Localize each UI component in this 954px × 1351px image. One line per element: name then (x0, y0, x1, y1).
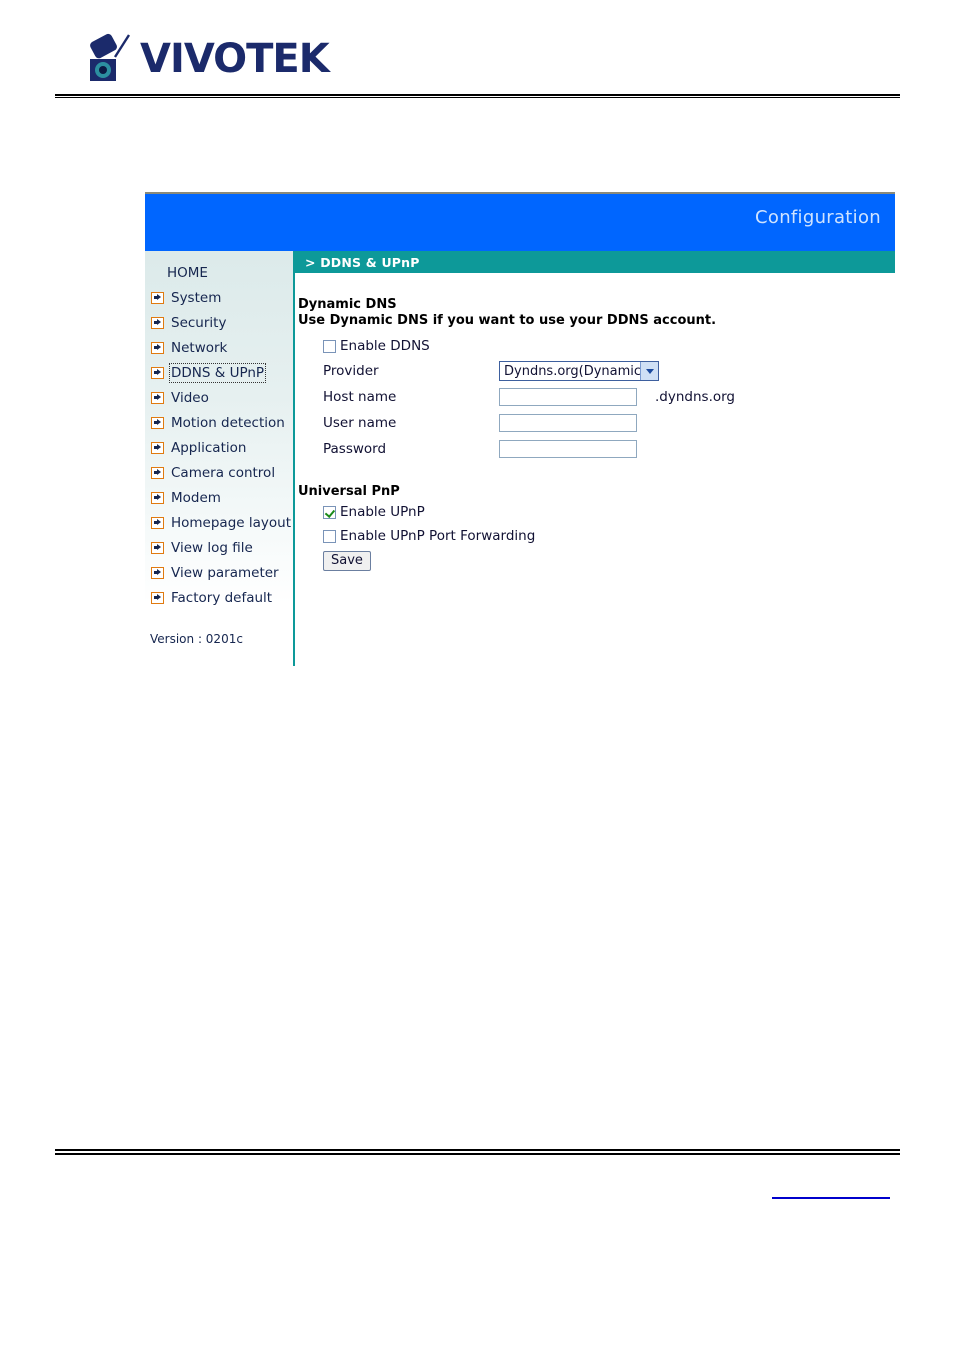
sidebar-item-security[interactable]: Security (145, 310, 293, 335)
arrow-right-icon (151, 341, 164, 354)
sidebar-item-homepage-layout[interactable]: Homepage layout (145, 510, 293, 535)
dynamic-dns-description: Use Dynamic DNS if you want to use your … (298, 313, 717, 328)
enable-upnp-row[interactable]: Enable UPnP (323, 500, 895, 524)
enable-upnp-port-forwarding-checkbox[interactable] (323, 529, 336, 543)
arrow-right-icon (151, 391, 164, 404)
sidebar-item-system[interactable]: System (145, 285, 293, 310)
arrow-right-icon (151, 366, 164, 379)
page-header: VIVOTEK (0, 0, 954, 110)
universal-pnp-heading: Universal PnP (298, 484, 400, 499)
dynamic-dns-heading: Dynamic DNS (298, 297, 397, 312)
arrow-right-icon (151, 316, 164, 329)
sidebar: HOME System Security Network DDNS & UPnP (145, 251, 295, 666)
user-name-label: User name (323, 415, 397, 431)
arrow-right-icon (151, 516, 164, 529)
host-name-label: Host name (323, 389, 397, 405)
user-name-row: User name (323, 410, 895, 436)
arrow-right-icon (151, 566, 164, 579)
enable-ddns-label: Enable DDNS (340, 338, 430, 354)
page-title: Configuration (755, 207, 881, 228)
host-name-row: Host name .dyndns.org (323, 384, 895, 410)
footer-link[interactable] (772, 1196, 890, 1199)
enable-ddns-row[interactable]: Enable DDNS (323, 334, 895, 358)
sidebar-nav: HOME System Security Network DDNS & UPnP (145, 260, 293, 610)
universal-pnp-form: Enable UPnP Enable UPnP Port Forwarding … (295, 500, 895, 571)
sidebar-item-label: View parameter (171, 564, 279, 581)
host-name-input[interactable] (499, 388, 637, 406)
configuration-panel: Configuration HOME System Security Netwo… (145, 192, 895, 666)
sidebar-item-label: Application (171, 439, 247, 456)
sidebar-item-label: HOME (167, 264, 208, 281)
sidebar-item-label: System (171, 289, 222, 306)
enable-upnp-label: Enable UPnP (340, 504, 425, 520)
footer-rule (55, 1149, 900, 1155)
sidebar-item-label: DDNS & UPnP (168, 362, 267, 383)
sidebar-item-network[interactable]: Network (145, 335, 293, 360)
logo-wordmark: VIVOTEK (140, 36, 330, 82)
arrow-right-icon (151, 591, 164, 604)
chevron-down-icon[interactable] (640, 362, 658, 380)
arrow-right-icon (151, 441, 164, 454)
user-name-input[interactable] (499, 414, 637, 432)
content-area: > DDNS & UPnP Dynamic DNS Use Dynamic DN… (295, 251, 895, 666)
sidebar-item-camera-control[interactable]: Camera control (145, 460, 293, 485)
provider-label: Provider (323, 363, 379, 379)
sidebar-item-video[interactable]: Video (145, 385, 293, 410)
sidebar-item-view-parameter[interactable]: View parameter (145, 560, 293, 585)
sidebar-item-view-log-file[interactable]: View log file (145, 535, 293, 560)
sidebar-item-label: Modem (171, 489, 221, 506)
sidebar-item-label: Video (171, 389, 209, 406)
enable-upnp-checkbox[interactable] (323, 505, 336, 519)
password-input[interactable] (499, 440, 637, 458)
sidebar-item-factory-default[interactable]: Factory default (145, 585, 293, 610)
provider-row: Provider Dyndns.org(Dynamic) (323, 358, 895, 384)
camera-icon (88, 33, 134, 85)
sidebar-item-label: Security (171, 314, 227, 331)
sidebar-item-label: Motion detection (171, 414, 285, 431)
arrow-right-icon (151, 541, 164, 554)
sidebar-item-application[interactable]: Application (145, 435, 293, 460)
breadcrumb: > DDNS & UPnP (295, 251, 895, 273)
enable-upnp-port-forwarding-label: Enable UPnP Port Forwarding (340, 528, 536, 544)
arrow-right-icon (151, 291, 164, 304)
sidebar-item-label: Factory default (171, 589, 273, 606)
provider-select[interactable]: Dyndns.org(Dynamic) (499, 361, 659, 381)
save-button[interactable]: Save (323, 551, 371, 571)
arrow-right-icon (151, 491, 164, 504)
enable-upnp-port-forwarding-row[interactable]: Enable UPnP Port Forwarding (323, 524, 895, 548)
arrow-right-icon (151, 416, 164, 429)
vivotek-logo: VIVOTEK (88, 33, 330, 85)
header-rule (55, 94, 900, 99)
enable-ddns-checkbox[interactable] (323, 339, 336, 353)
sidebar-item-home[interactable]: HOME (145, 260, 293, 285)
sidebar-item-label: View log file (171, 539, 253, 556)
dynamic-dns-form: Enable DDNS Provider Dyndns.org(Dynamic)… (295, 334, 895, 462)
sidebar-item-modem[interactable]: Modem (145, 485, 293, 510)
host-name-suffix: .dyndns.org (655, 389, 735, 405)
sidebar-item-label: Homepage layout (171, 514, 291, 531)
provider-select-value: Dyndns.org(Dynamic) (504, 363, 640, 379)
sidebar-item-label: Network (171, 339, 228, 356)
sidebar-item-motion-detection[interactable]: Motion detection (145, 410, 293, 435)
password-label: Password (323, 441, 387, 457)
password-row: Password (323, 436, 895, 462)
sidebar-item-ddns-upnp[interactable]: DDNS & UPnP (145, 360, 293, 385)
arrow-right-icon (151, 466, 164, 479)
firmware-version: Version : 0201c (150, 632, 243, 646)
panel-titlebar: Configuration (145, 194, 895, 251)
sidebar-item-label: Camera control (171, 464, 276, 481)
